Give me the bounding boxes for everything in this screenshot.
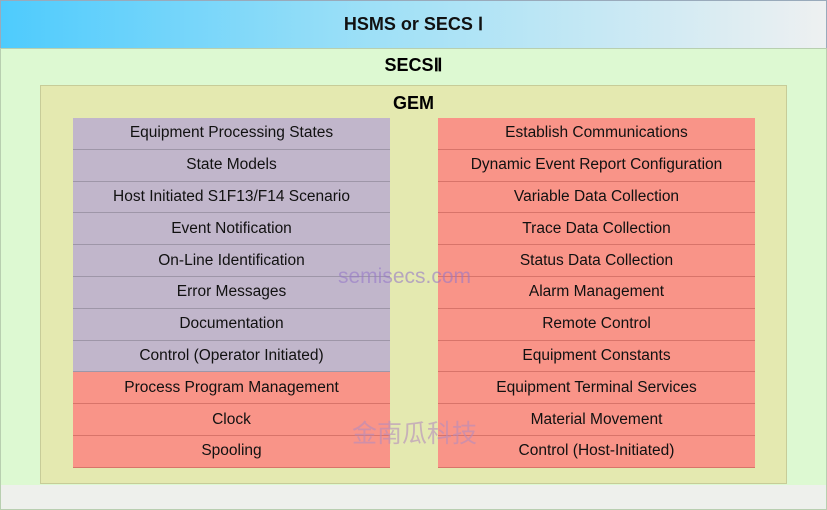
gem-left-column: Equipment Processing States State Models H…: [73, 118, 390, 468]
gem-capability-box: Event Notification: [73, 213, 390, 246]
gem-capability-box: Establish Communications: [438, 118, 755, 150]
gem-capability-box: Spooling: [73, 435, 390, 468]
gem-capability-box: Variable Data Collection: [438, 181, 755, 214]
gem-capability-box: Clock: [73, 404, 390, 436]
hsms-layer: HSMS or SECS Ⅰ: [0, 0, 827, 49]
watermark-site: semisecs.com: [338, 265, 472, 288]
gem-capability-box: Trace Data Collection: [438, 213, 755, 246]
gem-capability-box: Control (Operator Initiated): [73, 340, 390, 373]
gem-capability-box: Equipment Constants: [438, 340, 755, 373]
gem-capability-box: Equipment Processing States: [73, 118, 390, 150]
gem-capability-box: State Models: [73, 149, 390, 182]
gem-capability-box: Alarm Management: [438, 276, 755, 309]
gem-capability-box: Dynamic Event Report Configuration: [438, 149, 755, 182]
gem-capability-box: Remote Control: [438, 308, 755, 341]
gem-capability-box: Host Initiated S1F13/F14 Scenario: [73, 181, 390, 214]
gem-capability-box: Equipment Terminal Services: [438, 372, 755, 405]
hsms-title: HSMS or SECS Ⅰ: [343, 14, 484, 34]
gem-capability-box: Material Movement: [438, 404, 755, 436]
gem-title: GEM: [392, 93, 434, 113]
gem-capability-box: Documentation: [73, 308, 390, 341]
gem-capability-box: Status Data Collection: [438, 245, 755, 277]
secs2-title: SECSⅡ: [384, 55, 443, 75]
watermark-company: 金南瓜科技: [352, 419, 478, 448]
gem-capability-box: Control (Host-Initiated): [438, 435, 755, 468]
bottom-band: [1, 485, 826, 509]
gem-right-column: Establish Communications Dynamic Event Re…: [438, 118, 755, 468]
gem-capability-box: Process Program Management: [73, 372, 390, 405]
